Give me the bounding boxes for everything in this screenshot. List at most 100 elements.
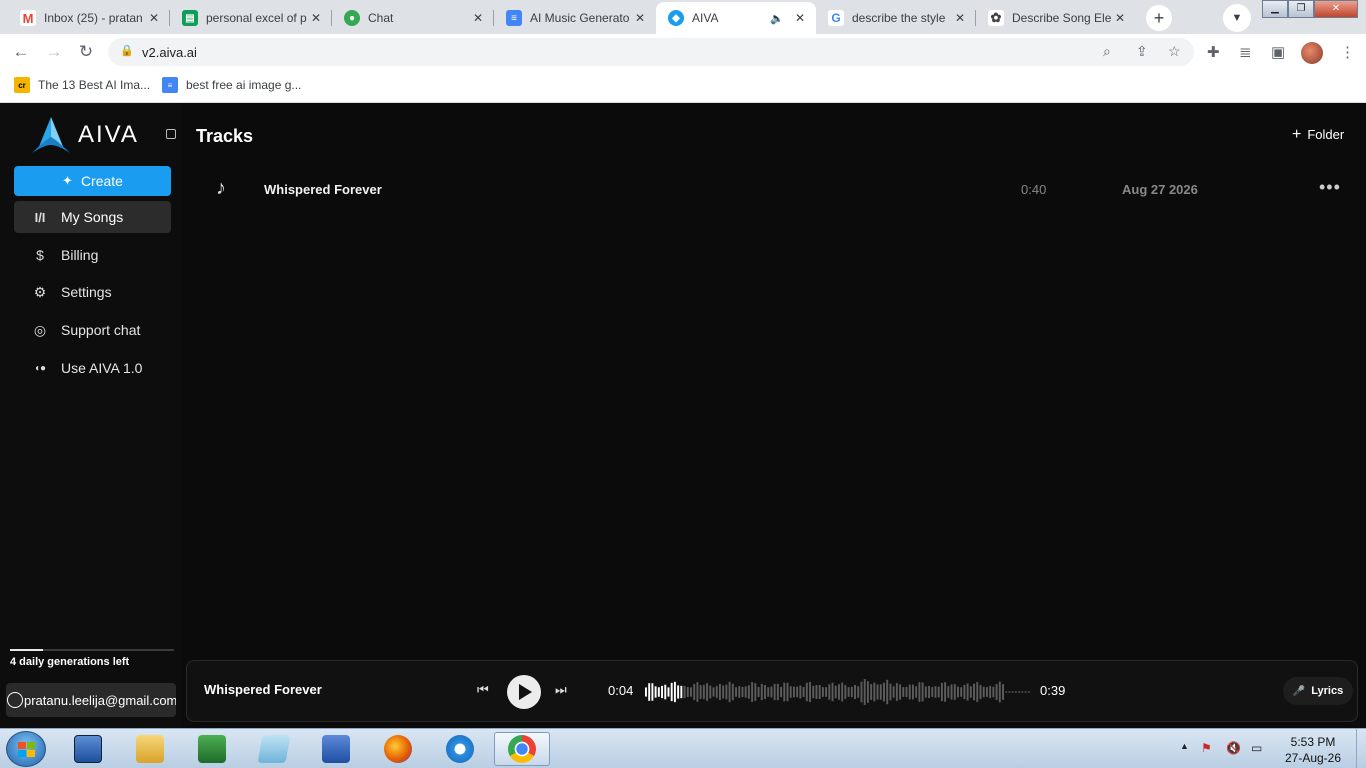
tab-gmail[interactable]: M Inbox (25) - pratan ✕ bbox=[8, 2, 170, 34]
more-options-icon[interactable]: ••• bbox=[1319, 177, 1341, 198]
tab-docs[interactable]: ≡ AI Music Generato ✕ bbox=[494, 2, 656, 34]
waveform-bar bbox=[728, 681, 731, 703]
minimize-button[interactable]: ▁ bbox=[1262, 0, 1288, 18]
tab-google[interactable]: G describe the style ✕ bbox=[816, 2, 976, 34]
lyrics-button[interactable]: 🎤 Lyrics bbox=[1283, 677, 1353, 705]
next-track-icon[interactable]: ⏭ bbox=[555, 682, 567, 698]
share-icon[interactable]: ⇪ bbox=[1136, 43, 1148, 60]
waveform-bar bbox=[677, 685, 680, 699]
waveform-bar bbox=[915, 686, 918, 698]
bookmark-star-icon[interactable]: ☆ bbox=[1168, 43, 1181, 60]
tab-sheets[interactable]: ▤ personal excel of p ✕ bbox=[170, 2, 332, 34]
taskbar-excel[interactable] bbox=[184, 732, 240, 766]
taskbar-explorer[interactable] bbox=[122, 732, 178, 766]
add-folder-button[interactable]: + Folder bbox=[1292, 126, 1344, 144]
media-control-icon[interactable]: ≣ bbox=[1239, 43, 1252, 61]
network-icon[interactable]: ▭ bbox=[1251, 741, 1262, 755]
play-button[interactable] bbox=[507, 675, 541, 709]
waveform-bar bbox=[809, 681, 811, 703]
side-panel-icon[interactable]: ▣ bbox=[1271, 43, 1285, 61]
aiva-logo-icon[interactable] bbox=[30, 115, 72, 155]
close-tab-icon[interactable]: ✕ bbox=[1112, 11, 1128, 25]
tab-chat[interactable]: ● Chat ✕ bbox=[332, 2, 494, 34]
lock-icon[interactable]: 🔒 bbox=[120, 44, 134, 57]
waveform-bar bbox=[770, 686, 773, 698]
audio-playing-icon[interactable]: 🔈 bbox=[770, 12, 784, 25]
close-tab-icon[interactable]: ✕ bbox=[952, 11, 968, 25]
windows-flag-icon bbox=[18, 742, 35, 757]
track-name[interactable]: Whispered Forever bbox=[264, 182, 382, 197]
taskbar-media-player[interactable] bbox=[60, 732, 116, 766]
start-button[interactable] bbox=[6, 731, 46, 767]
sidebar-item-settings[interactable]: ⚙ Settings bbox=[14, 276, 171, 308]
taskbar-notes[interactable] bbox=[246, 732, 302, 766]
toggle-icon[interactable]: ◖● bbox=[28, 363, 52, 374]
sidebar-item-use-aiva-1[interactable]: ◖● Use AIVA 1.0 bbox=[14, 352, 171, 384]
reload-button[interactable]: ↻ bbox=[74, 40, 98, 64]
waveform-bar bbox=[1005, 691, 1008, 693]
waveform-bar bbox=[683, 685, 686, 699]
waveform-bar bbox=[905, 687, 908, 697]
brand-name: AIVA bbox=[78, 121, 139, 148]
waveform-bar bbox=[747, 685, 750, 699]
clock-time: 5:53 PM bbox=[1290, 735, 1336, 749]
plus-icon: + bbox=[1292, 126, 1302, 143]
waveform-bar bbox=[966, 683, 969, 701]
waveform-bar bbox=[776, 683, 779, 701]
close-tab-icon[interactable]: ✕ bbox=[470, 11, 486, 25]
firefox-icon bbox=[384, 735, 412, 763]
tab-openai[interactable]: ✿ Describe Song Ele ✕ bbox=[976, 2, 1136, 34]
waveform-seek-bar[interactable] bbox=[645, 679, 1031, 705]
show-desktop-button[interactable] bbox=[1356, 729, 1366, 768]
profile-avatar[interactable] bbox=[1301, 42, 1323, 64]
tab-search-button[interactable]: ▼ bbox=[1223, 4, 1251, 32]
waveform-bar bbox=[657, 687, 660, 697]
close-tab-icon[interactable]: ✕ bbox=[308, 11, 324, 25]
bookmark-item[interactable]: ≡ best free ai image g... bbox=[162, 77, 301, 93]
action-center-icon[interactable]: ⚑ bbox=[1201, 741, 1212, 755]
volume-icon[interactable]: 🔇 bbox=[1226, 741, 1241, 755]
waveform-bar bbox=[1014, 691, 1017, 693]
forward-button[interactable]: → bbox=[42, 40, 66, 64]
sidebar-item-support-chat[interactable]: ◎ Support chat bbox=[14, 314, 171, 346]
tab-aiva[interactable]: ◆ AIVA 🔈 ✕ bbox=[656, 2, 816, 34]
sidebar-item-billing[interactable]: $ Billing bbox=[14, 239, 171, 271]
system-clock[interactable]: 5:53 PM 27-Aug-26 bbox=[1278, 734, 1348, 766]
bookmark-item[interactable]: cr The 13 Best AI Ima... bbox=[14, 77, 150, 93]
back-button[interactable]: ← bbox=[9, 40, 33, 64]
taskbar-chrome[interactable] bbox=[494, 732, 550, 766]
sparkle-icon: ✦ bbox=[62, 173, 73, 188]
close-window-button[interactable]: ✕ bbox=[1314, 0, 1358, 18]
create-button[interactable]: ✦ Create bbox=[14, 166, 171, 196]
waveform-bar bbox=[731, 683, 734, 701]
waveform-bar bbox=[895, 683, 898, 701]
previous-track-icon[interactable]: ⏮ bbox=[477, 682, 489, 698]
track-row[interactable]: ♪ Whispered Forever 0:40 Aug 27 2026 ••• bbox=[202, 173, 1352, 205]
waveform-bar bbox=[821, 687, 824, 697]
close-tab-icon[interactable]: ✕ bbox=[146, 11, 162, 25]
waveform-bar bbox=[1008, 691, 1011, 693]
audio-player: Whispered Forever ⏮ ⏭ 0:04 0:39 🎤 Lyrics bbox=[186, 660, 1358, 722]
address-bar[interactable]: 🔒 v2.aiva.ai ⌕ ⇪ ☆ bbox=[108, 38, 1194, 66]
music-note-icon[interactable]: ♪ bbox=[216, 177, 226, 200]
waveform-bar bbox=[645, 687, 647, 697]
taskbar-word[interactable] bbox=[308, 732, 364, 766]
waveform-bar bbox=[818, 684, 821, 700]
taskbar-firefox[interactable] bbox=[370, 732, 426, 766]
zoom-icon[interactable]: ⌕ bbox=[1103, 43, 1111, 60]
collapse-sidebar-icon[interactable] bbox=[166, 129, 176, 139]
show-hidden-icons[interactable]: ▲ bbox=[1180, 741, 1189, 751]
waveform-bar bbox=[664, 684, 667, 700]
new-tab-button[interactable]: + bbox=[1146, 5, 1172, 31]
sidebar-item-my-songs[interactable]: I/I My Songs bbox=[14, 201, 171, 233]
close-tab-icon[interactable]: ✕ bbox=[792, 11, 808, 25]
menu-kebab-icon[interactable]: ⋮ bbox=[1340, 43, 1355, 61]
waveform-bar bbox=[1018, 691, 1021, 693]
maximize-button[interactable]: ❐ bbox=[1288, 0, 1314, 18]
waveform-bar bbox=[876, 684, 879, 700]
close-tab-icon[interactable]: ✕ bbox=[632, 11, 648, 25]
google-icon: G bbox=[828, 10, 844, 26]
taskbar-ie[interactable] bbox=[432, 732, 488, 766]
extensions-icon[interactable]: ✚ bbox=[1207, 43, 1220, 61]
account-menu[interactable]: pratanu.leelija@gmail.com ^ bbox=[6, 683, 176, 717]
